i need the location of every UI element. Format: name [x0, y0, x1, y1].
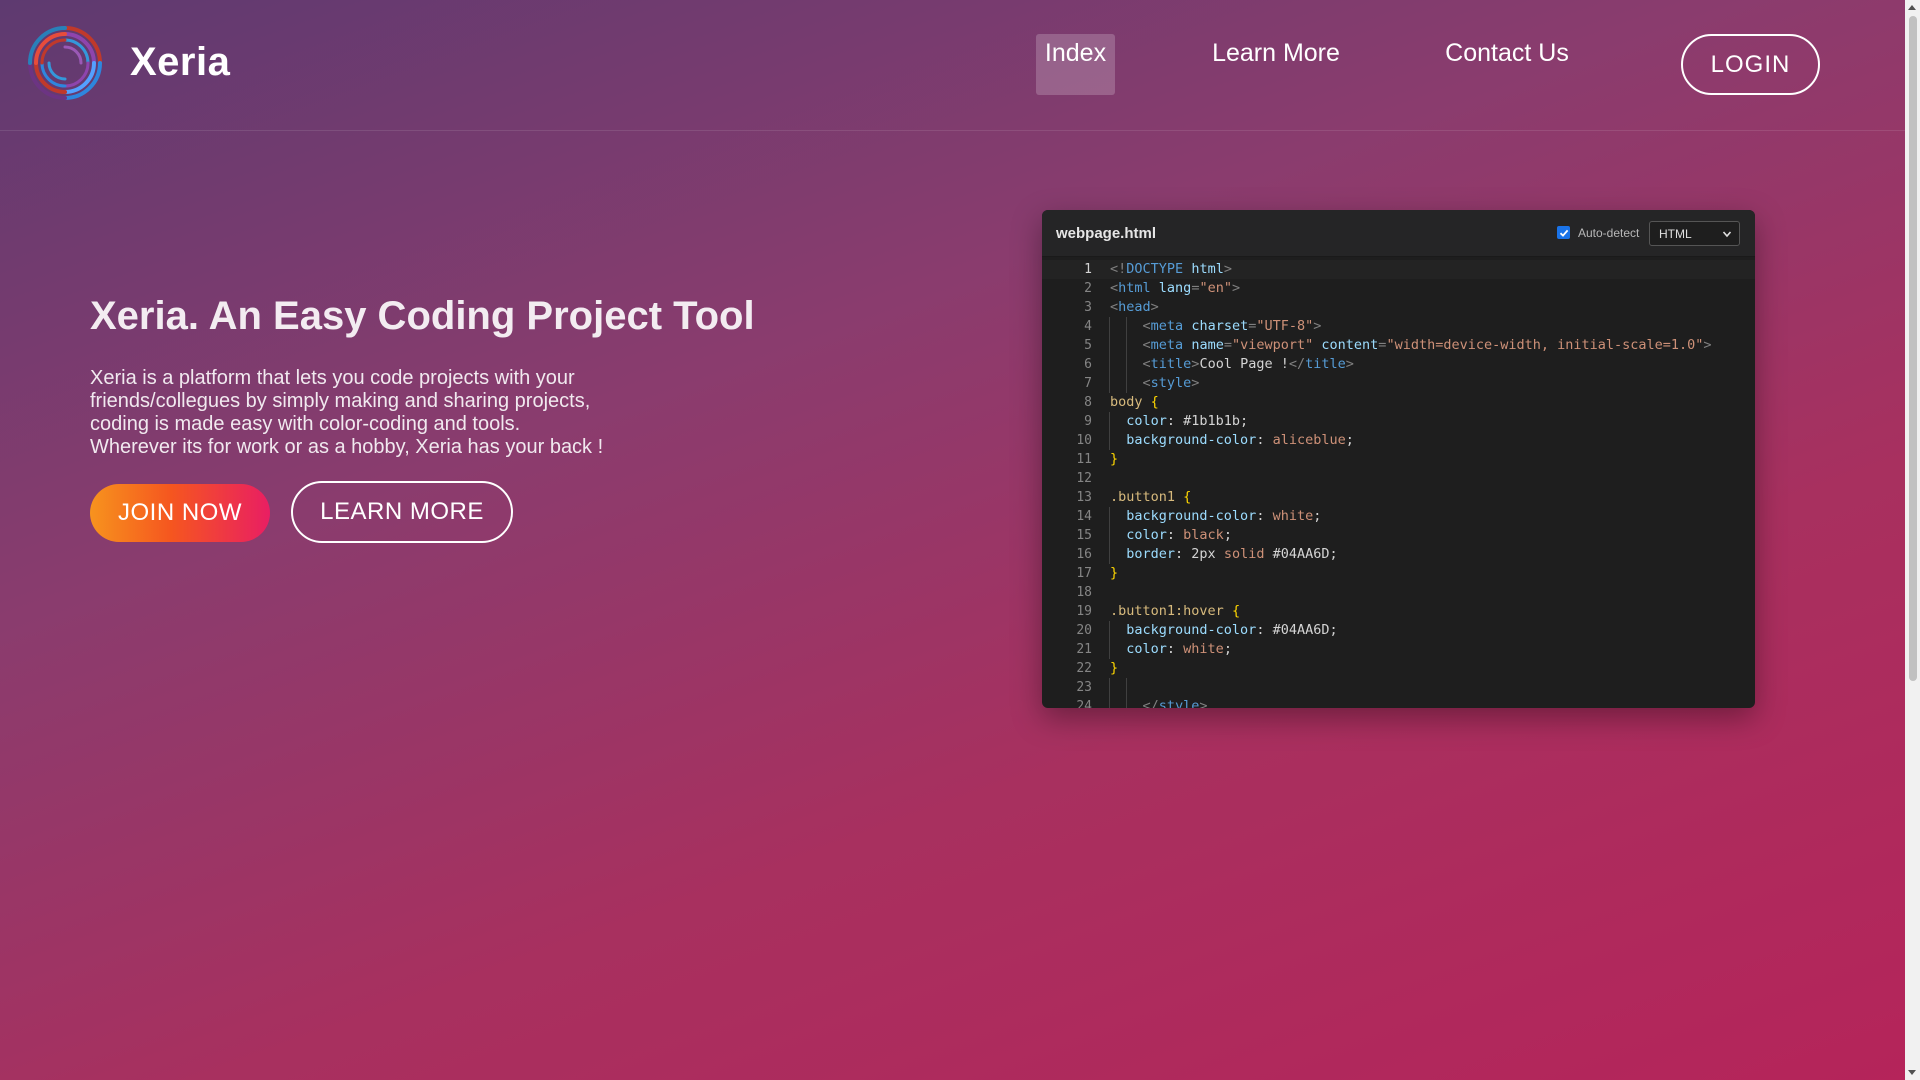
page: Xeria Index Learn More Contact Us LOGIN …	[0, 0, 1920, 1080]
code-text: <!DOCTYPE html>	[1110, 261, 1232, 277]
line-number: 14	[1076, 509, 1092, 524]
code-line[interactable]: 24 </style>	[1042, 697, 1755, 708]
code-line[interactable]: 15 color: black;	[1042, 526, 1755, 545]
code-text: </style>	[1142, 698, 1208, 708]
code-line[interactable]: 12	[1042, 469, 1755, 488]
scroll-thumb[interactable]	[1909, 16, 1917, 681]
code-text: <meta name="viewport" content="width=dev…	[1142, 337, 1712, 353]
code-line[interactable]: 19 .button1:hover {	[1042, 602, 1755, 621]
line-number: 10	[1076, 433, 1092, 448]
line-number: 2	[1084, 281, 1092, 296]
auto-detect-label[interactable]: Auto-detect	[1578, 226, 1639, 240]
code-line[interactable]: 18	[1042, 583, 1755, 602]
code-text: <meta charset="UTF-8">	[1142, 318, 1322, 334]
line-number: 1	[1084, 262, 1092, 277]
xeria-logo-icon[interactable]	[22, 20, 108, 106]
auto-detect-checkbox[interactable]	[1557, 226, 1570, 239]
code-text: background-color: #04AA6D;	[1126, 622, 1338, 638]
code-text: color: black;	[1126, 527, 1232, 543]
line-number: 7	[1084, 376, 1092, 391]
line-number: 19	[1076, 604, 1092, 619]
language-select-value: HTML	[1659, 226, 1692, 241]
code-line[interactable]: 13 .button1 {	[1042, 488, 1755, 507]
login-button[interactable]: LOGIN	[1681, 34, 1820, 95]
line-number: 22	[1076, 661, 1092, 676]
code-line[interactable]: 9 color: #1b1b1b;	[1042, 412, 1755, 431]
code-text: background-color: aliceblue;	[1126, 432, 1354, 448]
line-number: 4	[1084, 319, 1092, 334]
code-text: .button1 {	[1110, 489, 1192, 505]
line-number: 13	[1076, 490, 1092, 505]
code-text: <style>	[1142, 375, 1200, 391]
code-line[interactable]: 16 border: 2px solid #04AA6D;	[1042, 545, 1755, 564]
code-line[interactable]: 21 color: white;	[1042, 640, 1755, 659]
line-number: 21	[1076, 642, 1092, 657]
hero-title: Xeria. An Easy Coding Project Tool	[90, 294, 755, 338]
code-line[interactable]: 6 <title>Cool Page !</title>	[1042, 355, 1755, 374]
code-area[interactable]: 1 <!DOCTYPE html> 2 <html lang="en"> 3 <head>…	[1042, 258, 1755, 708]
site-header: Xeria Index Learn More Contact Us LOGIN	[0, 0, 1905, 131]
code-line[interactable]: 8 body {	[1042, 393, 1755, 412]
line-number: 16	[1076, 547, 1092, 562]
hero-description: Xeria is a platform that lets you code p…	[90, 367, 650, 459]
code-line[interactable]: 4 <meta charset="UTF-8">	[1042, 317, 1755, 336]
line-number: 17	[1076, 566, 1092, 581]
line-number: 12	[1076, 471, 1092, 486]
scroll-up-arrow-icon[interactable]	[1908, 5, 1916, 10]
code-line[interactable]: 23	[1042, 678, 1755, 697]
code-text: <title>Cool Page !</title>	[1142, 356, 1354, 372]
code-text: color: white;	[1126, 641, 1232, 657]
code-text: }	[1110, 565, 1119, 581]
line-number: 24	[1076, 699, 1092, 708]
code-text: }	[1110, 451, 1119, 467]
line-number: 8	[1084, 395, 1092, 410]
code-text: color: #1b1b1b;	[1126, 413, 1249, 429]
code-text: }	[1110, 660, 1119, 676]
code-line[interactable]: 17}	[1042, 564, 1755, 583]
code-line[interactable]: 3 <head>	[1042, 298, 1755, 317]
code-line[interactable]: 22}	[1042, 659, 1755, 678]
line-number: 3	[1084, 300, 1092, 315]
code-text: background-color: white;	[1126, 508, 1322, 524]
brand-name[interactable]: Xeria	[130, 40, 230, 85]
page-scrollbar[interactable]	[1905, 0, 1920, 1080]
line-number: 15	[1076, 528, 1092, 543]
code-text: body {	[1110, 394, 1159, 410]
hero-description-line: coding is made easy with color-coding an…	[90, 413, 521, 435]
code-line[interactable]: 1 <!DOCTYPE html>	[1042, 260, 1755, 279]
join-now-button[interactable]: JOIN NOW	[90, 484, 270, 542]
code-text: <head>	[1110, 299, 1159, 315]
code-text: .button1:hover {	[1110, 603, 1241, 619]
checkmark-icon	[1559, 229, 1568, 237]
code-editor: webpage.html Auto-detect HTML 1 <!DOCTYPE…	[1042, 210, 1755, 708]
line-number: 5	[1084, 338, 1092, 353]
nav-contact-us[interactable]: Contact Us	[1441, 34, 1573, 95]
line-number: 18	[1076, 585, 1092, 600]
nav-learn-more[interactable]: Learn More	[1205, 34, 1347, 95]
hero-description-line: Xeria is a platform that lets you code p…	[90, 367, 575, 389]
line-number: 20	[1076, 623, 1092, 638]
nav-index[interactable]: Index	[1036, 34, 1115, 95]
code-text: <html lang="en">	[1110, 280, 1241, 296]
code-text: border: 2px solid #04AA6D;	[1126, 546, 1338, 562]
code-line[interactable]: 5 <meta name="viewport" content="width=d…	[1042, 336, 1755, 355]
language-select[interactable]: HTML	[1649, 221, 1740, 246]
line-number: 23	[1076, 680, 1092, 695]
hero-description-line: Wherever its for work or as a hobby, Xer…	[90, 436, 604, 458]
code-line[interactable]: 7 <style>	[1042, 374, 1755, 393]
line-number: 9	[1084, 414, 1092, 429]
code-line[interactable]: 20 background-color: #04AA6D;	[1042, 621, 1755, 640]
code-line[interactable]: 11}	[1042, 450, 1755, 469]
code-line[interactable]: 14 background-color: white;	[1042, 507, 1755, 526]
line-number: 11	[1076, 452, 1092, 467]
code-line[interactable]: 2 <html lang="en">	[1042, 279, 1755, 298]
code-line[interactable]: 10 background-color: aliceblue;	[1042, 431, 1755, 450]
hero-description-line: friends/collegues by simply making and s…	[90, 390, 591, 412]
chevron-down-icon	[1722, 231, 1732, 238]
line-number: 6	[1084, 357, 1092, 372]
editor-toolbar: webpage.html Auto-detect HTML	[1042, 210, 1755, 257]
learn-more-button[interactable]: LEARN MORE	[291, 481, 513, 543]
scroll-down-arrow-icon[interactable]	[1908, 1070, 1916, 1075]
file-name: webpage.html	[1056, 225, 1157, 242]
